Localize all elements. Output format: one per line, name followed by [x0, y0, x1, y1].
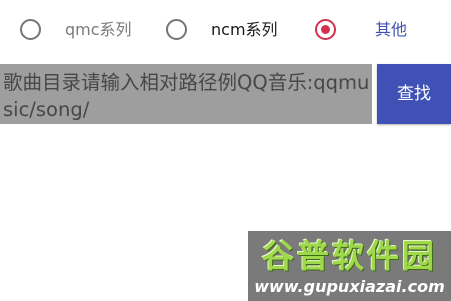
- watermark-url: www.gupuxiazai.com: [254, 277, 445, 296]
- radio-option-qmc[interactable]: qmc系列: [20, 12, 155, 50]
- search-button[interactable]: 查找: [377, 64, 451, 124]
- format-radio-group: qmc系列 ncm系列 其他: [0, 12, 451, 50]
- watermark-logo: 谷普软件园 www.gupuxiazai.com: [248, 231, 451, 301]
- radio-option-ncm[interactable]: ncm系列: [166, 12, 296, 50]
- radio-unchecked-icon[interactable]: [20, 19, 41, 40]
- radio-option-other[interactable]: 其他: [315, 12, 435, 50]
- radio-label-qmc: qmc系列: [65, 20, 132, 39]
- radio-label-other: 其他: [375, 20, 408, 39]
- screen: qmc系列 ncm系列 其他 歌曲目录请输入相对路径例QQ音乐:qqmusic/…: [0, 0, 451, 301]
- radio-unchecked-icon[interactable]: [166, 19, 187, 40]
- radio-dot-icon: [321, 25, 330, 34]
- directory-path-input[interactable]: 歌曲目录请输入相对路径例QQ音乐:qqmusic/song/: [0, 64, 372, 124]
- radio-checked-icon[interactable]: [315, 19, 336, 40]
- watermark-title: 谷普软件园: [261, 237, 437, 275]
- radio-label-ncm: ncm系列: [211, 20, 278, 39]
